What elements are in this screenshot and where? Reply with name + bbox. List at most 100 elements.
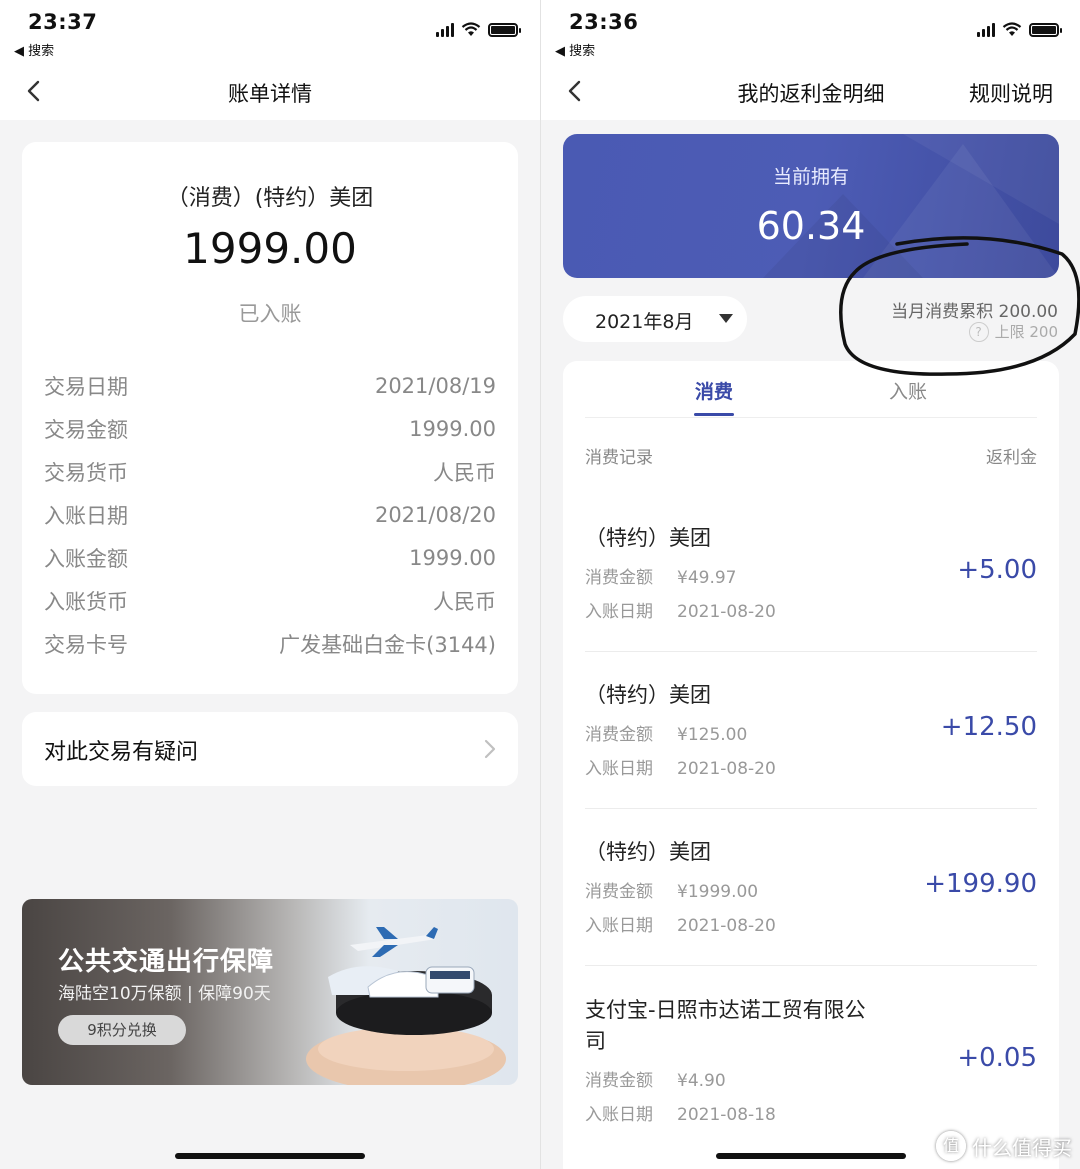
record-date-line: 入账日期 2021-08-20 — [585, 754, 1037, 779]
posting-status: 已入账 — [238, 302, 302, 326]
redeem-points-button[interactable]: 9积分兑换 — [58, 1015, 186, 1045]
record-title: （特约）美团 — [585, 840, 711, 864]
status-icons — [436, 22, 521, 37]
detail-value: 2021/08/19 — [374, 373, 496, 398]
list-header-rebate: 返利金 — [986, 448, 1037, 468]
date-label: 入账日期 — [585, 602, 653, 622]
detail-row: 交易货币 人民币 — [44, 450, 496, 493]
detail-row: 入账货币 人民币 — [44, 579, 496, 622]
amount-label: 消费金额 — [585, 1071, 653, 1091]
detail-label: 交易卡号 — [44, 632, 128, 657]
merchant-name: （消费）(特约）美团 — [166, 186, 374, 211]
right-screen-rebate-detail: 23:36 ◀ 搜索 我的返利金明细 规则说明 当前拥有 60.34 2021年… — [540, 0, 1080, 1169]
amount-label: 消费金额 — [585, 725, 653, 745]
record-rebate: +5.00 — [957, 555, 1037, 585]
back-to-search-link[interactable]: ◀ 搜索 — [555, 40, 595, 59]
nav-bar: 我的返利金明细 规则说明 — [541, 62, 1080, 120]
record-amount: ¥125.00 — [677, 725, 748, 745]
page-title: 账单详情 — [228, 82, 312, 106]
record-date: 2021-08-20 — [677, 916, 776, 936]
record-rebate: +12.50 — [940, 712, 1037, 742]
detail-value: 1999.00 — [409, 545, 496, 570]
detail-row: 入账金额 1999.00 — [44, 536, 496, 579]
banner-subtitle: 海陆空10万保额 | 保障90天 — [58, 984, 271, 1004]
battery-icon — [488, 22, 521, 37]
date-label: 入账日期 — [585, 759, 653, 779]
amount-label: 消费金额 — [585, 882, 653, 902]
detail-label: 交易货币 — [44, 460, 128, 485]
wifi-icon — [1002, 22, 1022, 36]
divider — [585, 965, 1037, 966]
list-item[interactable]: （特约）美团 消费金额 ¥1999.00 入账日期 2021-08-20 +199.… — [585, 837, 1037, 936]
detail-label: 入账金额 — [44, 546, 128, 571]
home-indicator — [175, 1153, 365, 1159]
amount-label: 消费金额 — [585, 568, 653, 588]
record-title: （特约）美团 — [585, 526, 711, 550]
list-item[interactable]: （特约）美团 消费金额 ¥125.00 入账日期 2021-08-20 +12.50 — [585, 680, 1037, 779]
detail-label: 交易金额 — [44, 417, 128, 442]
status-bar: 23:36 ◀ 搜索 — [541, 0, 1080, 62]
list-header-records: 消费记录 — [585, 448, 653, 468]
record-date: 2021-08-20 — [677, 759, 776, 779]
banner-title: 公共交通出行保障 — [58, 947, 275, 977]
question-label: 对此交易有疑问 — [44, 740, 199, 765]
detail-label: 交易日期 — [44, 374, 128, 399]
record-amount: ¥4.90 — [677, 1071, 726, 1091]
record-date-line: 入账日期 2021-08-20 — [585, 597, 1037, 622]
detail-value: 人民币 — [433, 589, 496, 614]
detail-row: 交易卡号 广发基础白金卡(3144) — [44, 622, 496, 665]
nav-bar: 账单详情 — [0, 62, 540, 120]
status-icons — [977, 22, 1062, 37]
status-bar: 23:37 ◀ 搜索 — [0, 0, 540, 62]
status-time: 23:37 — [28, 10, 98, 34]
detail-value: 2021/08/20 — [374, 502, 496, 527]
records-card: 消费 入账 消费记录 返利金 （特约）美团 消费金额 ¥49.97 入账日期 202… — [563, 361, 1059, 1169]
date-label: 入账日期 — [585, 1105, 653, 1125]
detail-row: 交易金额 1999.00 — [44, 407, 496, 450]
detail-label: 入账货币 — [44, 589, 128, 614]
hand-drawn-circle-annotation — [839, 236, 1080, 376]
back-to-search-link[interactable]: ◀ 搜索 — [14, 40, 54, 59]
home-indicator — [716, 1153, 906, 1159]
list-item[interactable]: （特约）美团 消费金额 ¥49.97 入账日期 2021-08-20 +5.00 — [585, 523, 1037, 622]
record-date: 2021-08-18 — [677, 1105, 776, 1125]
status-time: 23:36 — [569, 10, 639, 34]
watermark: 值 什么值得买 — [936, 1131, 1072, 1161]
watermark-text: 什么值得买 — [972, 1135, 1072, 1160]
record-title: 支付宝-日照市达诺工贸有限公司 — [585, 998, 866, 1053]
record-date-line: 入账日期 2021-08-18 — [585, 1100, 1037, 1125]
active-tab-indicator — [694, 413, 734, 416]
record-amount: ¥1999.00 — [677, 882, 759, 902]
record-date: 2021-08-20 — [677, 602, 776, 622]
hands-holding-transport-illustration — [306, 927, 506, 1085]
divider — [585, 808, 1037, 809]
detail-value: 广发基础白金卡(3144) — [279, 632, 496, 657]
list-item[interactable]: 支付宝-日照市达诺工贸有限公司 消费金额 ¥4.90 入账日期 2021-08-18… — [585, 995, 1037, 1125]
date-label: 入账日期 — [585, 916, 653, 936]
wifi-icon — [461, 22, 481, 36]
rules-link[interactable]: 规则说明 — [969, 78, 1053, 108]
battery-icon — [1029, 22, 1062, 37]
detail-row: 入账日期 2021/08/20 — [44, 493, 496, 536]
detail-rows: 交易日期 2021/08/19 交易金额 1999.00 交易货币 人民币 入账日期 2… — [44, 364, 496, 665]
month-selector[interactable]: 2021年8月 — [563, 296, 747, 342]
record-title: （特约）美团 — [585, 683, 711, 707]
detail-value: 1999.00 — [409, 416, 496, 441]
month-label: 2021年8月 — [595, 311, 694, 333]
transaction-amount: 1999.00 — [183, 224, 357, 273]
transaction-detail-card: （消费）(特约）美团 1999.00 已入账 交易日期 2021/08/19 交易… — [22, 142, 518, 694]
record-rebate: +199.90 — [924, 869, 1037, 899]
balance-label: 当前拥有 — [772, 166, 849, 188]
record-rebate: +0.05 — [957, 1043, 1037, 1073]
insurance-promo-banner[interactable]: 公共交通出行保障 海陆空10万保额 | 保障90天 9积分兑换 — [22, 899, 518, 1085]
signal-icon — [977, 22, 995, 37]
detail-row: 交易日期 2021/08/19 — [44, 364, 496, 407]
tab-consumption[interactable]: 消费 — [695, 377, 733, 404]
divider — [585, 651, 1037, 652]
record-amount: ¥49.97 — [677, 568, 737, 588]
transaction-question-button[interactable]: 对此交易有疑问 — [22, 712, 518, 786]
signal-icon — [436, 22, 454, 37]
record-date-line: 入账日期 2021-08-20 — [585, 911, 1037, 936]
watermark-logo: 值 — [936, 1131, 966, 1161]
caret-down-icon — [719, 314, 733, 323]
